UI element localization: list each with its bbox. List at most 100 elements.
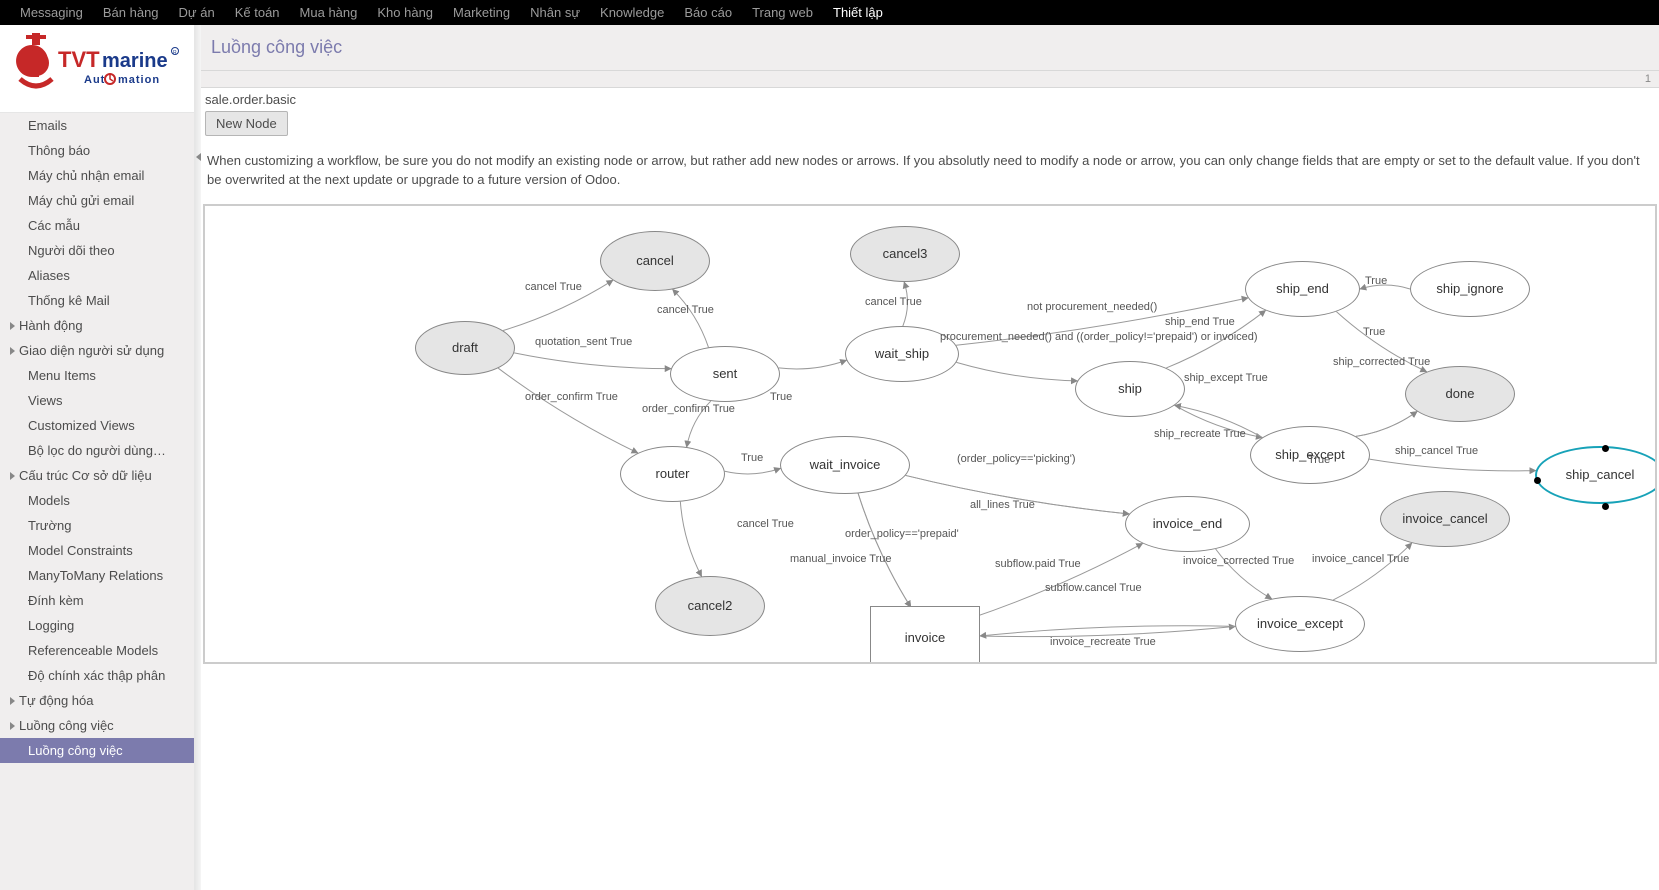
edge-label[interactable]: subflow.paid True [995,558,1081,570]
nav-thiết-lập[interactable]: Thiết lập [823,0,893,25]
nav-knowledge[interactable]: Knowledge [590,0,674,25]
svg-text:mation: mation [118,74,160,86]
record-counter: 1 [201,71,1659,88]
node-cancel[interactable]: cancel [600,231,710,291]
sidebar-section-giao-diện-người-sử-dụng[interactable]: Giao diện người sử dụng [0,338,194,363]
edge-label[interactable]: procurement_needed() and ((order_policy!… [940,331,1258,343]
edge-label[interactable]: order_confirm True [642,403,735,415]
edge-label[interactable]: not procurement_needed() [1027,301,1157,313]
edge-label[interactable]: ship_recreate True [1154,428,1246,440]
sidebar-item-menu-items[interactable]: Menu Items [0,363,194,388]
sidebar-item-m-y-ch-nh-n-email[interactable]: Máy chủ nhận email [0,163,194,188]
edge-label[interactable]: all_lines True [970,499,1035,511]
sidebar-section-luồng-công-việc[interactable]: Luồng công việc [0,713,194,738]
sidebar-item-m-y-ch-g-i-email[interactable]: Máy chủ gửi email [0,188,194,213]
nav-trang-web[interactable]: Trang web [742,0,823,25]
sidebar-item-logging[interactable]: Logging [0,613,194,638]
nav-bán-hàng[interactable]: Bán hàng [93,0,169,25]
content-area: Luồng công việc 1 sale.order.basic New N… [201,25,1659,890]
sidebar-item-c-c-m-u[interactable]: Các mẫu [0,213,194,238]
node-invoice[interactable]: invoice [870,606,980,664]
sidebar-section-hành-động[interactable]: Hành động [0,313,194,338]
sidebar-item-th-ng-k-mail[interactable]: Thống kê Mail [0,288,194,313]
sidebar-section-tự-động-hóa[interactable]: Tự động hóa [0,688,194,713]
node-invoice_end[interactable]: invoice_end [1125,496,1250,552]
edge-label[interactable]: cancel True [657,304,714,316]
sidebar-item-views[interactable]: Views [0,388,194,413]
nav-messaging[interactable]: Messaging [10,0,93,25]
nav-marketing[interactable]: Marketing [443,0,520,25]
node-draft[interactable]: draft [415,321,515,375]
resize-handle[interactable] [1602,503,1609,510]
chevron-right-icon [10,322,15,330]
node-sent[interactable]: sent [670,346,780,402]
svg-text:Aut: Aut [84,74,105,86]
node-cancel3[interactable]: cancel3 [850,226,960,282]
sidebar-item-lu-ng-c-ng-vi-c[interactable]: Luồng công việc [0,738,194,763]
nav-nhân-sự[interactable]: Nhân sự [520,0,590,25]
edge-label[interactable]: ship_end True [1165,316,1235,328]
edge-label[interactable]: subflow.cancel True [1045,582,1142,594]
resize-handle[interactable] [1602,445,1609,452]
sidebar-item-ng-i-d-i-theo[interactable]: Người dõi theo [0,238,194,263]
sidebar-item-referenceable-models[interactable]: Referenceable Models [0,638,194,663]
edge-label[interactable]: cancel True [525,281,582,293]
node-ship_cancel[interactable]: ship_cancelx [1535,446,1657,504]
edge-label[interactable]: invoice_corrected True [1183,555,1294,567]
chevron-right-icon [10,472,15,480]
edge-label[interactable]: order_confirm True [525,391,618,403]
sidebar-section-cấu-trúc-cơ-sở-dữ-liệu[interactable]: Cấu trúc Cơ sở dữ liệu [0,463,194,488]
resize-handle[interactable] [1534,477,1541,484]
svg-text:marine: marine [102,50,168,72]
sidebar-item-emails[interactable]: Emails [0,113,194,138]
edge-label[interactable]: True [1308,454,1330,466]
top-nav: MessagingBán hàngDự ánKế toánMua hàngKho… [0,0,1659,25]
edge-label[interactable]: True [770,391,792,403]
edge-label[interactable]: ship_corrected True [1333,356,1430,368]
node-done[interactable]: done [1405,366,1515,422]
sidebar-item-b-l-c-do-ng-i-d-ng-[interactable]: Bộ lọc do người dùng… [0,438,194,463]
edge-label[interactable]: cancel True [737,518,794,530]
edge-label[interactable]: cancel True [865,296,922,308]
chevron-right-icon [10,347,15,355]
sidebar-item-tr-ng[interactable]: Trường [0,513,194,538]
nav-mua-hàng[interactable]: Mua hàng [290,0,368,25]
sidebar-item-models[interactable]: Models [0,488,194,513]
sidebar-item-aliases[interactable]: Aliases [0,263,194,288]
sidebar-item-customized-views[interactable]: Customized Views [0,413,194,438]
edge-label[interactable]: order_policy=='prepaid' [845,528,959,540]
edge-label[interactable]: (order_policy=='picking') [957,453,1076,465]
new-node-button[interactable]: New Node [205,111,288,136]
edge-label[interactable]: manual_invoice True [790,553,892,565]
edge-label[interactable]: True [1363,326,1385,338]
node-invoice_cancel[interactable]: invoice_cancel [1380,491,1510,547]
node-ship[interactable]: ship [1075,361,1185,417]
edge-label[interactable]: True [741,452,763,464]
sidebar-item-th-ng-b-o[interactable]: Thông báo [0,138,194,163]
workflow-diagram[interactable]: draft cancel sent router cancel2 cancel3 wait_… [203,204,1657,664]
edge-label[interactable]: quotation_sent True [535,336,632,348]
edge-label[interactable]: ship_except True [1184,372,1268,384]
edge-label[interactable]: ship_cancel True [1395,445,1478,457]
node-invoice_except[interactable]: invoice_except [1235,596,1365,652]
node-cancel2[interactable]: cancel2 [655,576,765,636]
edge-label[interactable]: invoice_cancel True [1312,553,1409,565]
svg-text:TVT: TVT [58,47,100,72]
sidebar-item-manytomany-relations[interactable]: ManyToMany Relations [0,563,194,588]
nav-kế-toán[interactable]: Kế toán [225,0,290,25]
sidebar-item--nh-k-m[interactable]: Đính kèm [0,588,194,613]
node-ship_end[interactable]: ship_end [1245,261,1360,317]
chevron-right-icon [10,697,15,705]
edge-label[interactable]: True [1365,275,1387,287]
sidebar-item--ch-nh-x-c-th-p-ph-n[interactable]: Độ chính xác thập phân [0,663,194,688]
logo: TVT marine R Aut mation [0,25,194,113]
edge-label[interactable]: invoice_recreate True [1050,636,1156,648]
nav-kho-hàng[interactable]: Kho hàng [367,0,443,25]
node-router[interactable]: router [620,446,725,502]
svg-text:R: R [173,50,177,56]
nav-dự-án[interactable]: Dự án [169,0,225,25]
node-ship_ignore[interactable]: ship_ignore [1410,261,1530,317]
node-wait_invoice[interactable]: wait_invoice [780,436,910,494]
sidebar-item-model-constraints[interactable]: Model Constraints [0,538,194,563]
nav-báo-cáo[interactable]: Báo cáo [674,0,742,25]
